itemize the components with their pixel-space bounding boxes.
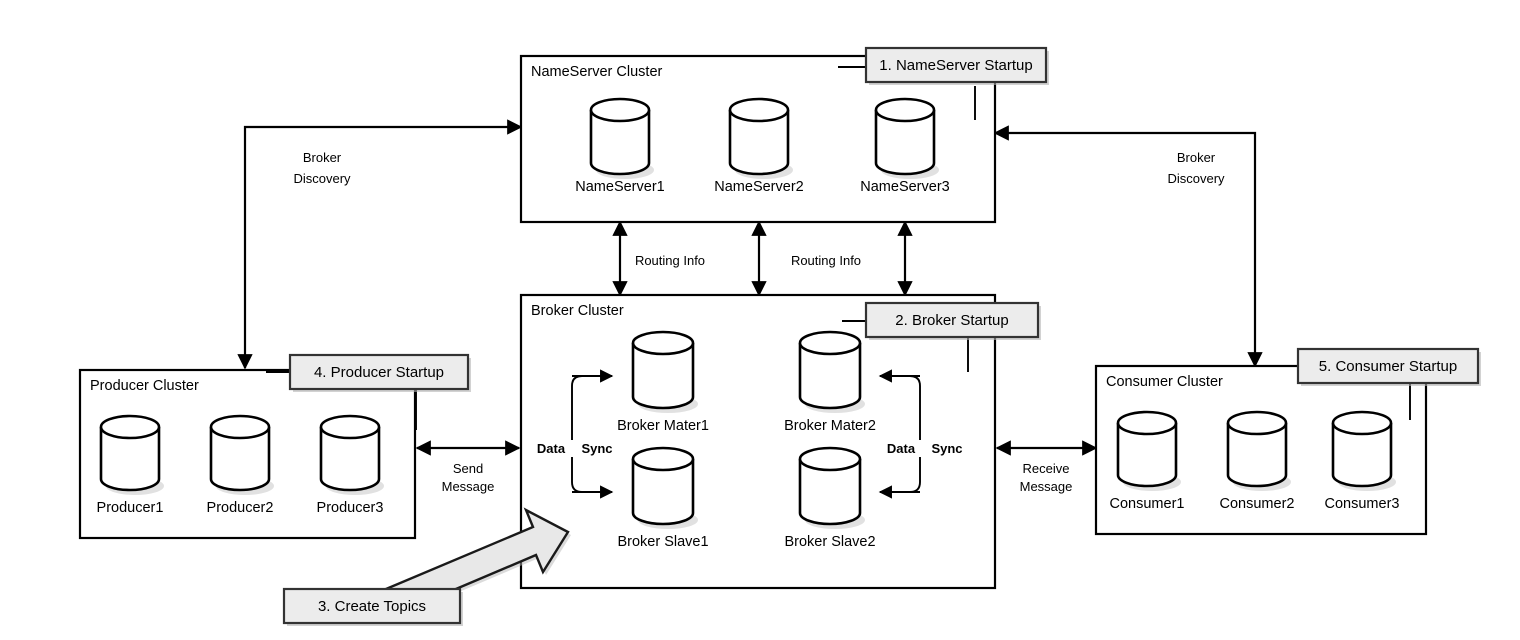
- edge-receive-message: Receive Message: [995, 440, 1098, 494]
- database-cylinder-icon: [1331, 410, 1393, 436]
- node-producer1[interactable]: Producer1: [97, 414, 164, 516]
- edge-label-routing-info-right: Routing Info: [791, 253, 861, 268]
- edge-label-broker-discovery-right-2: Discovery: [1167, 171, 1225, 186]
- architecture-diagram: Broker Discovery Broker Discovery Routin…: [0, 0, 1520, 640]
- database-cylinder-icon: [589, 97, 651, 123]
- database-cylinder-icon: [631, 330, 695, 356]
- cluster-nameserver-title: NameServer Cluster: [531, 64, 663, 80]
- callout-step-3-label: 3. Create Topics: [318, 598, 426, 615]
- database-cylinder-icon: [798, 330, 862, 356]
- callout-step-3[interactable]: 3. Create Topics: [282, 587, 463, 626]
- database-cylinder-icon: [99, 414, 161, 440]
- node-label-broker-mater2: Broker Mater2: [784, 418, 876, 434]
- database-cylinder-icon: [319, 414, 381, 440]
- edge-label-data-sync-left-a: Data: [537, 441, 566, 456]
- node-consumer2[interactable]: Consumer2: [1220, 410, 1295, 512]
- node-label-consumer3: Consumer3: [1325, 496, 1400, 512]
- database-cylinder-icon: [209, 414, 271, 440]
- edge-send-message: Send Message: [415, 440, 521, 494]
- callout-step-2-label: 2. Broker Startup: [895, 312, 1008, 329]
- edge-label-send-message-2: Message: [442, 479, 495, 494]
- node-label-broker-slave1: Broker Slave1: [617, 534, 708, 550]
- edge-label-broker-discovery-left-1: Broker: [303, 150, 342, 165]
- cluster-consumer: Consumer Cluster Consumer1 Consumer2 Con…: [1094, 364, 1428, 536]
- callout-step-4-label: 4. Producer Startup: [314, 364, 444, 381]
- node-label-nameserver3: NameServer3: [860, 179, 949, 195]
- node-consumer3[interactable]: Consumer3: [1325, 410, 1400, 512]
- node-label-consumer2: Consumer2: [1220, 496, 1295, 512]
- edge-routing-info-group: Routing Info Routing Info: [612, 220, 913, 297]
- edge-label-broker-discovery-right-1: Broker: [1177, 150, 1216, 165]
- database-cylinder-icon: [874, 97, 936, 123]
- cluster-producer-title: Producer Cluster: [90, 378, 199, 394]
- database-cylinder-icon: [728, 97, 790, 123]
- cluster-producer: Producer Cluster Producer1 Producer2 Pro…: [78, 368, 417, 540]
- database-cylinder-icon: [1116, 410, 1178, 436]
- database-cylinder-icon: [1226, 410, 1288, 436]
- callout-step-1[interactable]: 1. NameServer Startup: [864, 46, 1049, 85]
- node-producer3[interactable]: Producer3: [317, 414, 384, 516]
- edge-label-broker-discovery-left-2: Discovery: [293, 171, 351, 186]
- callout-step-5[interactable]: 5. Consumer Startup: [1296, 347, 1481, 386]
- callout-step-5-label: 5. Consumer Startup: [1319, 358, 1457, 375]
- node-label-broker-mater1: Broker Mater1: [617, 418, 709, 434]
- node-label-producer2: Producer2: [207, 500, 274, 516]
- edge-label-data-sync-right-a: Data: [887, 441, 916, 456]
- node-label-producer1: Producer1: [97, 500, 164, 516]
- node-label-consumer1: Consumer1: [1110, 496, 1185, 512]
- database-cylinder-icon: [631, 446, 695, 472]
- edge-label-data-sync-right-b: Sync: [931, 441, 962, 456]
- callout-step-1-label: 1. NameServer Startup: [879, 57, 1032, 74]
- database-cylinder-icon: [798, 446, 862, 472]
- edge-label-routing-info-left: Routing Info: [635, 253, 705, 268]
- cluster-consumer-title: Consumer Cluster: [1106, 374, 1223, 390]
- node-consumer1[interactable]: Consumer1: [1110, 410, 1185, 512]
- edge-label-send-message-1: Send: [453, 461, 483, 476]
- node-label-producer3: Producer3: [317, 500, 384, 516]
- node-label-nameserver1: NameServer1: [575, 179, 664, 195]
- edge-label-receive-message-1: Receive: [1023, 461, 1070, 476]
- edge-broker-discovery-left: Broker Discovery: [237, 119, 523, 370]
- node-producer2[interactable]: Producer2: [207, 414, 274, 516]
- node-label-broker-slave2: Broker Slave2: [784, 534, 875, 550]
- node-label-nameserver2: NameServer2: [714, 179, 803, 195]
- callout-step-2[interactable]: 2. Broker Startup: [864, 301, 1041, 340]
- callout-step-4[interactable]: 4. Producer Startup: [288, 353, 471, 392]
- edge-label-receive-message-2: Message: [1020, 479, 1073, 494]
- edge-label-data-sync-left-b: Sync: [581, 441, 612, 456]
- cluster-broker-title: Broker Cluster: [531, 303, 624, 319]
